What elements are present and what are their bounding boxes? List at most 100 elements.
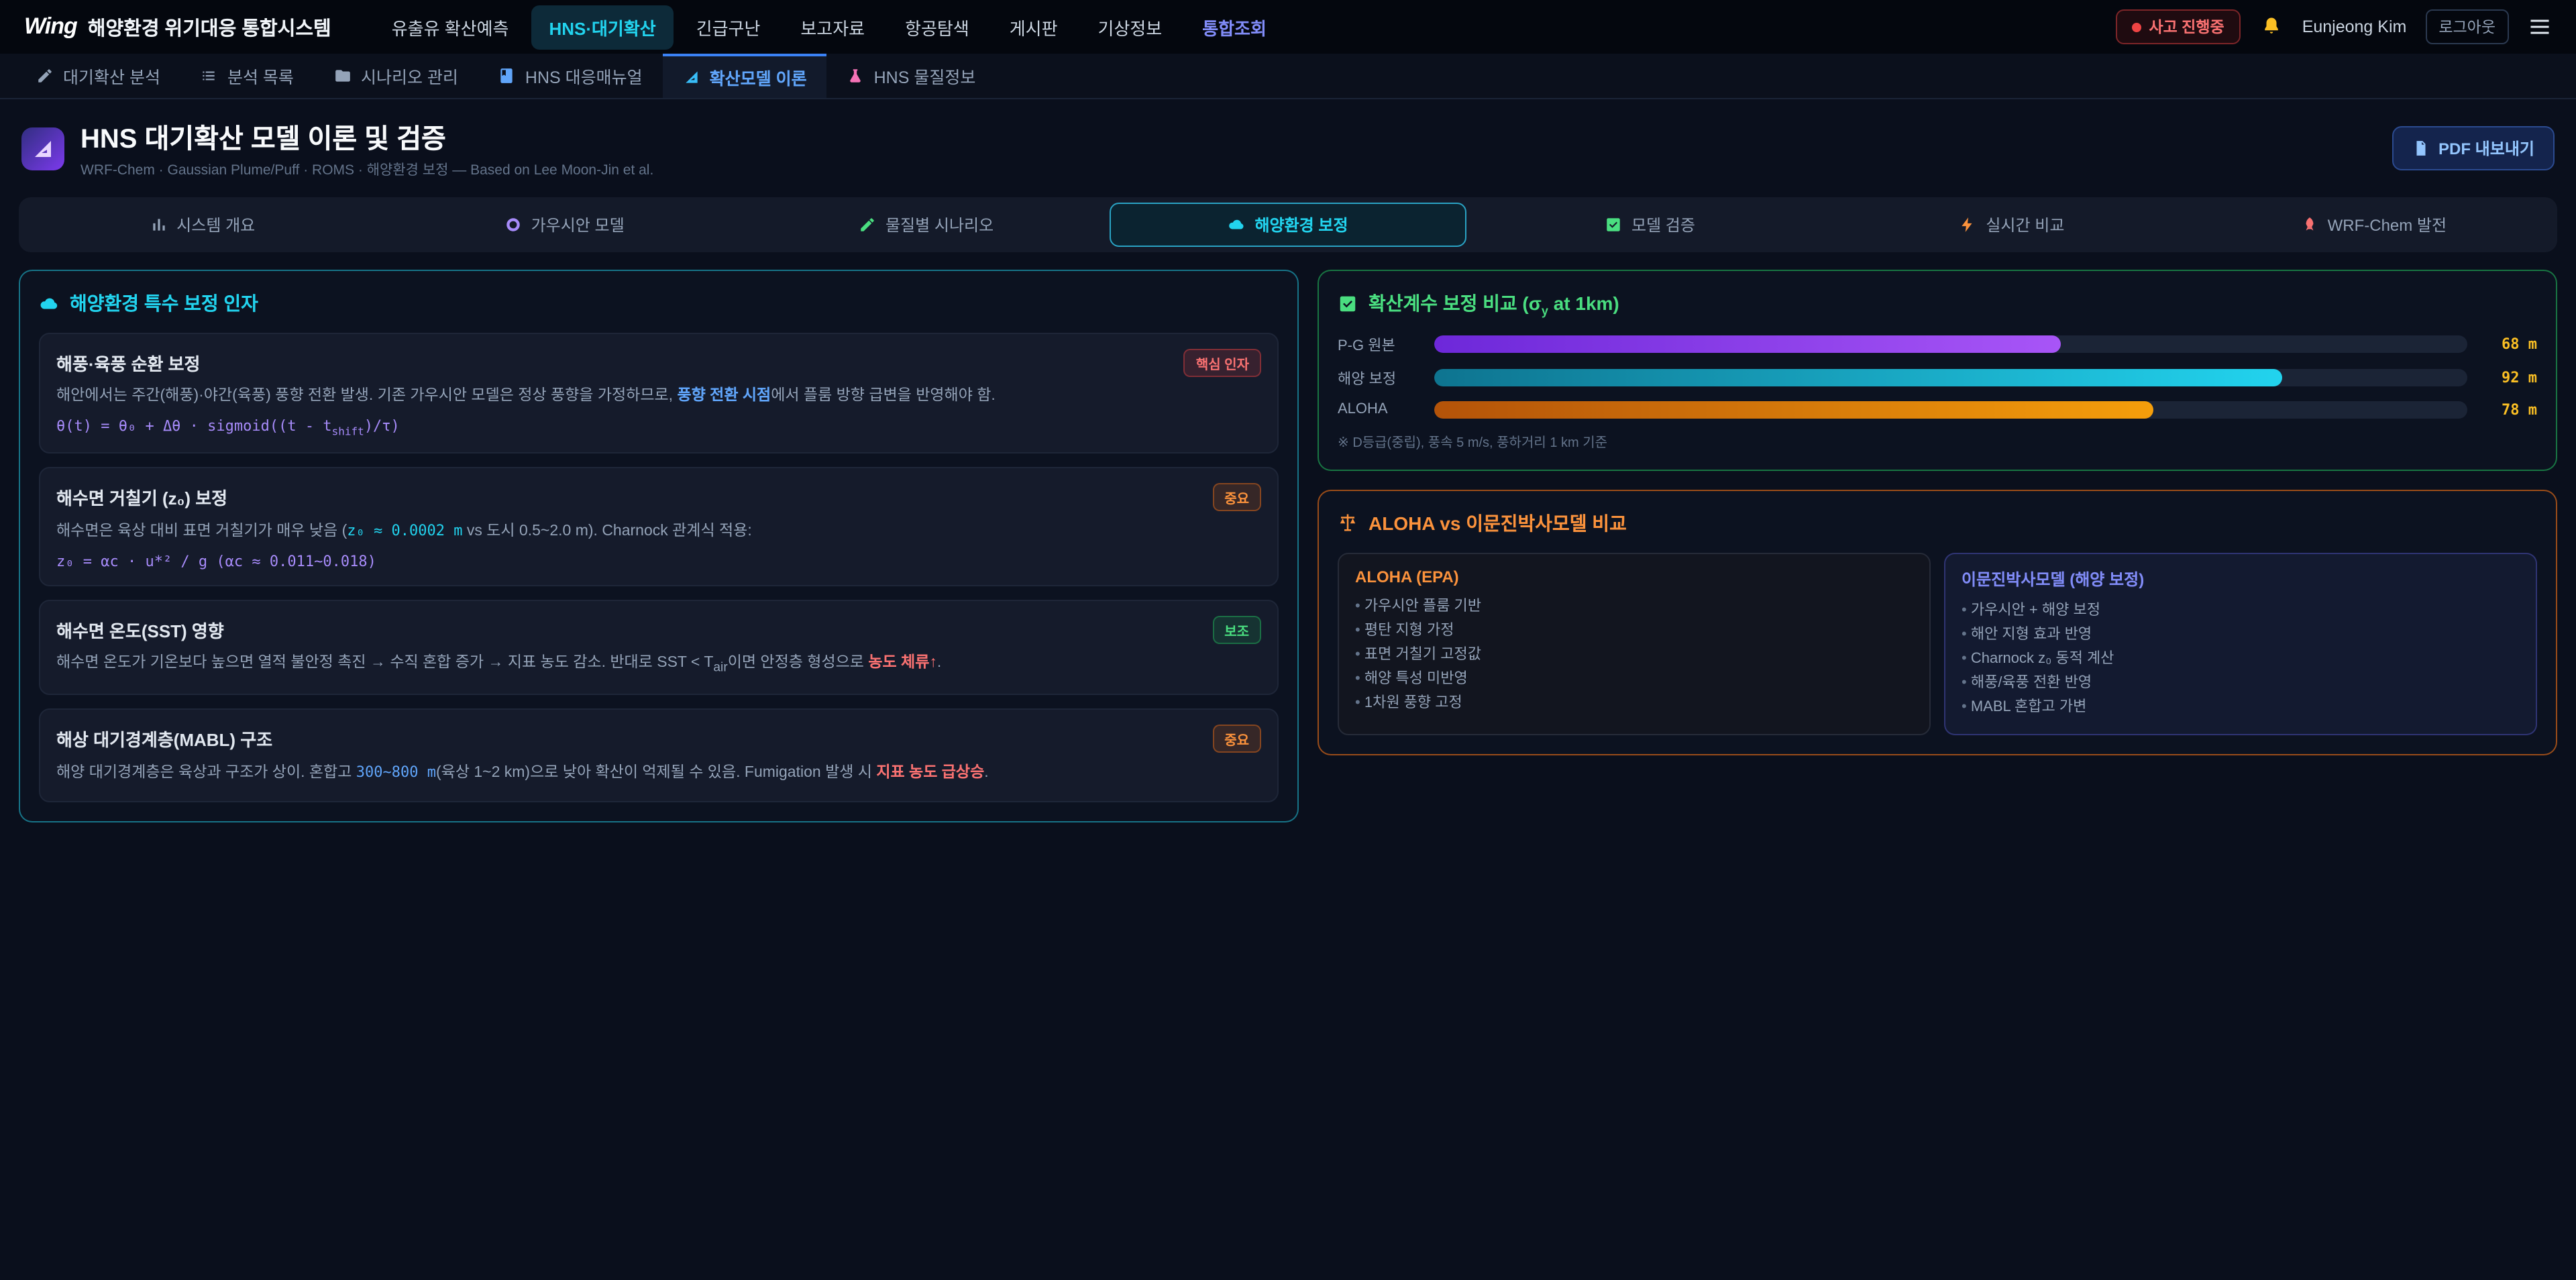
formula-text: θ(t) = θ₀ + Δθ · sigmoid((t - t (56, 417, 332, 435)
bar-fill-pg (1434, 336, 2061, 354)
body-text: 해수면은 육상 대비 표면 거칠기가 매우 낮음 ( (56, 523, 347, 539)
flask-icon (847, 67, 865, 85)
bar-fill-marine (1434, 370, 2282, 387)
page-title: HNS 대기확산 모델 이론 및 검증 (80, 117, 653, 156)
subnav-item-hns-substance-info[interactable]: HNS 물질정보 (827, 54, 996, 98)
bar-value: 92 m (2481, 370, 2537, 387)
bar-value: 68 m (2481, 336, 2537, 354)
body-text: (육상 1~2 km)으로 낮아 확산이 억제될 수 있음. Fumigatio… (436, 765, 876, 781)
list-item: Charnock z₀ 동적 계산 (1962, 647, 2520, 671)
bar-label: ALOHA (1338, 402, 1421, 418)
check-square-icon (1338, 294, 1358, 314)
tab-model-validation[interactable]: 모델 검증 (1472, 203, 1828, 247)
model-comparison-header: ALOHA vs 이문진박사모델 비교 (1338, 510, 2537, 537)
nav-item-hns-dispersion[interactable]: HNS·대기확산 (531, 5, 673, 49)
body-text: 에서 플룸 방향 급변을 반영해야 함. (771, 388, 996, 404)
factor-card-mabl-structure: 해상 대기경계층(MABL) 구조 중요 해양 대기경계층은 육상과 구조가 상… (39, 708, 1279, 802)
nav-item-integrated-search[interactable]: 통합조회 (1185, 5, 1284, 49)
topbar: Wing 해양환경 위기대응 통합시스템 유출유 확산예측 HNS·대기확산 긴… (0, 0, 2576, 54)
tab-substance-scenarios[interactable]: 물질별 시나리오 (748, 203, 1104, 247)
bar-fill-aloha (1434, 401, 2153, 419)
page-header-text: HNS 대기확산 모델 이론 및 검증 WRF-Chem · Gaussian … (80, 117, 653, 180)
bar-label: P-G 원본 (1338, 334, 1421, 356)
bar-track (1434, 401, 2467, 419)
tab-label: 모델 검증 (1631, 213, 1695, 236)
subnav-label: 확산모델 이론 (710, 64, 807, 90)
check-square-icon (1605, 216, 1622, 233)
subnav-label: HNS 물질정보 (874, 63, 976, 89)
factor-card-surface-roughness: 해수면 거칠기 (z₀) 보정 중요 해수면은 육상 대비 표면 거칠기가 매우… (39, 467, 1279, 586)
list-item: 해안 지형 효과 반영 (1962, 623, 2520, 647)
brand[interactable]: Wing 해양환경 위기대응 통합시스템 (24, 13, 331, 41)
factor-head: 해수면 거칠기 (z₀) 보정 중요 (56, 483, 1261, 511)
subnav-label: 시나리오 관리 (361, 63, 458, 89)
list-item: 평탄 지형 가정 (1355, 619, 1913, 643)
nav-item-air-search[interactable]: 항공탐색 (888, 5, 987, 49)
rocket-icon (2301, 216, 2318, 233)
pdf-export-button[interactable]: PDF 내보내기 (2392, 126, 2555, 170)
subnav-label: 대기확산 분석 (63, 63, 160, 89)
panel-title: 해양환경 특수 보정 인자 (70, 290, 258, 317)
bar-value: 78 m (2481, 401, 2537, 419)
factor-title: 해풍·육풍 순환 보정 (56, 350, 200, 376)
tab-wrf-chem-advancement[interactable]: WRF-Chem 발전 (2196, 203, 2552, 247)
section-tab-bar: 시스템 개요 가우시안 모델 물질별 시나리오 해양환경 보정 모델 검증 실시… (19, 197, 2557, 252)
wing-logo: Wing (24, 13, 77, 40)
tab-marine-environment-correction[interactable]: 해양환경 보정 (1110, 203, 1466, 247)
tab-realtime-comparison[interactable]: 실시간 비교 (1833, 203, 2190, 247)
subnav-item-analysis-list[interactable]: 분석 목록 (180, 54, 314, 98)
body-text: . (937, 655, 941, 671)
list-item: 1차원 풍향 고정 (1355, 692, 1913, 716)
ring-icon (504, 216, 522, 233)
sub-nav: 대기확산 분석 분석 목록 시나리오 관리 HNS 대응매뉴얼 확산모델 이론 … (0, 54, 2576, 99)
factor-card-sst-effect: 해수면 온도(SST) 영향 보조 해수면 온도가 기온보다 높으면 열적 불안… (39, 600, 1279, 695)
formula-sub: shift (332, 425, 364, 437)
bar-track (1434, 370, 2467, 387)
nav-item-rescue[interactable]: 긴급구난 (679, 5, 778, 49)
formula-charnock: z₀ = αc · u*² / g (αc ≈ 0.011~0.018) (56, 553, 1261, 570)
subnav-label: HNS 대응매뉴얼 (525, 63, 643, 89)
tab-gaussian-model[interactable]: 가우시안 모델 (386, 203, 742, 247)
list-item: 가우시안 플룸 기반 (1355, 594, 1913, 619)
nav-item-oil-spill[interactable]: 유출유 확산예측 (374, 5, 527, 49)
panel-title: 확산계수 보정 비교 (σy at 1km) (1368, 290, 1619, 318)
logout-button[interactable]: 로그아웃 (2425, 9, 2509, 44)
model-theory-icon (21, 127, 64, 170)
tab-system-overview[interactable]: 시스템 개요 (24, 203, 380, 247)
status-badge: 핵심 인자 (1184, 349, 1261, 377)
nav-item-weather[interactable]: 기상정보 (1081, 5, 1180, 49)
sigma-comparison-panel: 확산계수 보정 비교 (σy at 1km) P-G 원본 68 m 해양 보정… (1318, 270, 2557, 471)
subnav-item-dispersion-model-theory[interactable]: 확산모델 이론 (663, 54, 827, 98)
aloha-feature-list: 가우시안 플룸 기반 평탄 지형 가정 표면 거칠기 고정값 해양 특성 미반영… (1355, 594, 1913, 716)
chart-row-marine-corrected: 해양 보정 92 m (1338, 368, 2537, 389)
hamburger-menu-icon[interactable] (2528, 15, 2552, 39)
chart-row-pg-original: P-G 원본 68 m (1338, 334, 2537, 356)
incident-dot-icon (2131, 22, 2141, 32)
incident-status-badge[interactable]: 사고 진행중 (2115, 9, 2240, 44)
subnav-item-scenario-management[interactable]: 시나리오 관리 (314, 54, 478, 98)
leemoonjin-model-box: 이문진박사모델 (해양 보정) 가우시안 + 해양 보정 해안 지형 효과 반영… (1944, 553, 2537, 735)
balance-scale-icon (1338, 513, 1358, 533)
body-text: 해양 대기경계층은 육상과 구조가 상이. 혼합고 (56, 765, 356, 781)
bell-icon[interactable] (2259, 15, 2284, 39)
sigma-comparison-header: 확산계수 보정 비교 (σy at 1km) (1338, 290, 2537, 318)
list-item: 표면 거칠기 고정값 (1355, 643, 1913, 667)
nav-item-board[interactable]: 게시판 (992, 5, 1075, 49)
nav-item-reports[interactable]: 보고자료 (783, 5, 882, 49)
aloha-model-box: ALOHA (EPA) 가우시안 플룸 기반 평탄 지형 가정 표면 거칠기 고… (1338, 553, 1931, 735)
pencil-icon (36, 67, 54, 85)
tab-label: WRF-Chem 발전 (2328, 213, 2447, 236)
body-text: . (984, 765, 988, 781)
incident-label: 사고 진행중 (2149, 16, 2224, 38)
chart-note: ※ D등급(중립), 풍속 5 m/s, 풍하거리 1 km 기준 (1338, 431, 2537, 451)
subnav-item-hns-manual[interactable]: HNS 대응매뉴얼 (478, 54, 663, 98)
subnav-item-dispersion-analysis[interactable]: 대기확산 분석 (16, 54, 180, 98)
formula-text: )/τ) (364, 417, 400, 435)
tab-label: 물질별 시나리오 (885, 213, 994, 236)
factor-title: 해수면 거칠기 (z₀) 보정 (56, 484, 227, 510)
list-item: 해풍/육풍 전환 반영 (1962, 671, 2520, 695)
factor-title: 해수면 온도(SST) 영향 (56, 617, 224, 643)
tab-label: 해양환경 보정 (1254, 213, 1348, 236)
system-title: 해양환경 위기대응 통합시스템 (88, 13, 331, 41)
set-square-icon (683, 68, 700, 86)
